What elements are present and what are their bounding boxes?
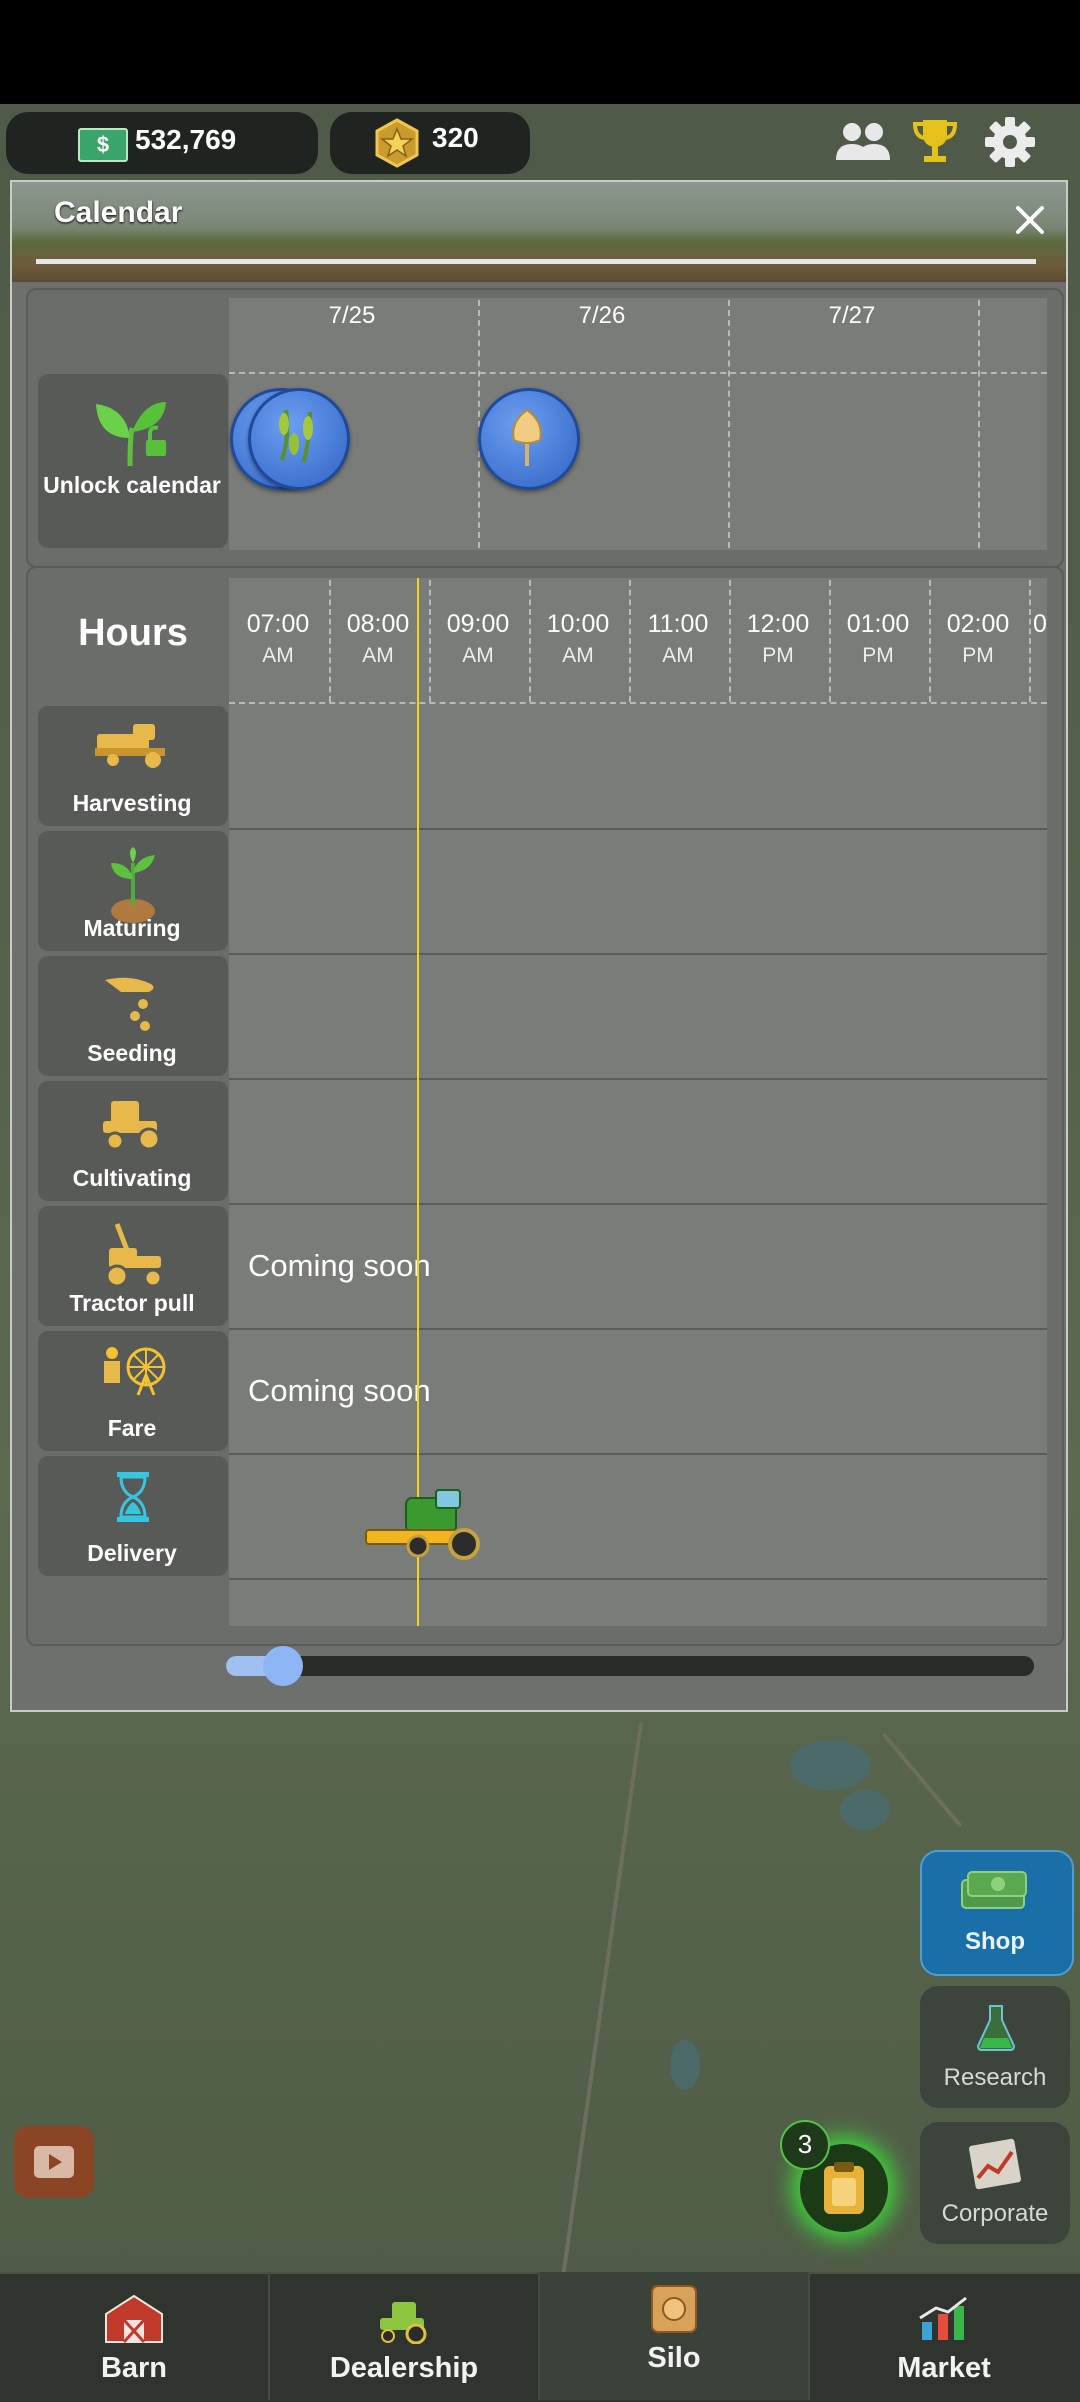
hour-time: 08:00 (346, 610, 410, 638)
hours-header-line (229, 702, 1047, 704)
hour-divider (829, 580, 831, 702)
hourglass-icon (38, 1470, 228, 1529)
flask-icon (976, 2005, 1016, 2051)
hour-divider (729, 580, 731, 702)
money-amount: 532,769 (135, 124, 237, 155)
hour-time: 07:00 (246, 610, 310, 638)
current-time-indicator (417, 578, 419, 1626)
trophy-icon[interactable] (912, 116, 958, 166)
unlock-calendar-label: Unlock calendar (43, 472, 221, 498)
clipboard-count-badge: 3 (780, 2120, 830, 2170)
map-pond (670, 2040, 700, 2090)
corporate-label: Corporate (941, 2200, 1049, 2227)
row-divider (229, 1078, 1047, 1080)
harvester-delivery-icon[interactable] (364, 1488, 492, 1562)
day-label: 7/25 (328, 302, 376, 329)
coming-soon-text: Coming soon (248, 1248, 431, 1283)
row-divider (229, 953, 1047, 955)
row-label-text: Tractor pull (69, 1290, 195, 1316)
row-divider (229, 1203, 1047, 1205)
row-label-text: Delivery (87, 1540, 177, 1566)
hour-time: 10:00 (546, 610, 610, 638)
timeline-slider-track[interactable] (226, 1656, 1034, 1676)
dealership-tractor-icon (380, 2302, 427, 2344)
day-label: 7/26 (578, 302, 626, 329)
play-video-icon (34, 2146, 74, 2178)
hours-grid (229, 578, 1047, 1626)
day-divider (978, 300, 980, 548)
row-label-text: Maturing (83, 915, 181, 941)
hour-ampm: PM (862, 644, 894, 667)
nav-dealership-label: Dealership (329, 2352, 479, 2384)
research-label: Research (943, 2064, 1047, 2091)
hour-divider (1029, 580, 1031, 702)
row-label-text: Fare (107, 1415, 157, 1441)
status-bar (0, 0, 1080, 104)
days-grid (229, 298, 1047, 550)
close-icon[interactable] (1010, 200, 1050, 240)
hour-divider (329, 580, 331, 702)
hour-ampm: AM (562, 644, 594, 667)
calendar-title: Calendar (54, 196, 183, 229)
header-underline (36, 259, 1036, 264)
hour-time: 11:00 (647, 610, 709, 638)
hour-divider (429, 580, 431, 702)
hour-ampm: AM (262, 644, 294, 667)
map-pond (790, 1740, 870, 1790)
row-divider (229, 1453, 1047, 1455)
bean-crop-icon (279, 409, 313, 463)
tractor-pull-icon (38, 1220, 228, 1293)
tractor-icon (38, 1095, 228, 1156)
hour-ampm: AM (362, 644, 394, 667)
clipboard-icon (824, 2162, 864, 2214)
barn-icon (105, 2294, 163, 2344)
hour-time: 02:00 (946, 610, 1010, 638)
hour-divider (529, 580, 531, 702)
star-counter[interactable] (330, 112, 530, 174)
friends-icon[interactable] (832, 118, 894, 166)
corporate-chart-icon (969, 2138, 1021, 2190)
row-divider (229, 828, 1047, 830)
row-divider (229, 1328, 1047, 1330)
hours-title: Hours (78, 612, 188, 654)
nav-barn-label: Barn (100, 2352, 168, 2384)
hour-time: 12:00 (746, 610, 810, 638)
nav-market-label: Market (897, 2352, 991, 2384)
star-amount: 320 (432, 122, 479, 153)
row-divider (229, 1578, 1047, 1580)
row-label-text: Harvesting (72, 790, 192, 816)
day-label: 7/27 (828, 302, 876, 329)
hour-divider (929, 580, 931, 702)
day-divider (728, 300, 730, 548)
seeding-hand-icon (38, 970, 228, 1039)
settings-gear-icon[interactable] (984, 116, 1036, 168)
silo-sack-icon (651, 2285, 697, 2333)
day-header-line (229, 372, 1047, 374)
row-label-text: Cultivating (72, 1165, 192, 1191)
hour-divider (629, 580, 631, 702)
money-stack-icon (961, 1871, 1027, 1909)
cash-icon: $ (78, 128, 128, 162)
map-pond (840, 1790, 890, 1830)
row-label-text: Seeding (87, 1040, 177, 1066)
hour-ampm: AM (662, 644, 694, 667)
shop-label: Shop (965, 1928, 1025, 1955)
wheat-crop-icon (512, 408, 542, 466)
timeline-slider-thumb[interactable] (262, 1646, 303, 1686)
market-chart-icon (919, 2296, 967, 2340)
hour-time: 09:00 (446, 610, 510, 638)
unlock-sprout-icon (96, 402, 166, 467)
hour-ampm: PM (962, 644, 994, 667)
hour-time-partial: 0 (1033, 610, 1047, 638)
coming-soon-text: Coming soon (248, 1373, 431, 1408)
star-icon (375, 118, 419, 168)
harvester-icon (38, 720, 228, 775)
fair-icon (38, 1345, 228, 1402)
hour-ampm: PM (762, 644, 794, 667)
nav-silo-label: Silo (647, 2342, 701, 2374)
hour-ampm: AM (462, 644, 494, 667)
hour-time: 01:00 (846, 610, 910, 638)
